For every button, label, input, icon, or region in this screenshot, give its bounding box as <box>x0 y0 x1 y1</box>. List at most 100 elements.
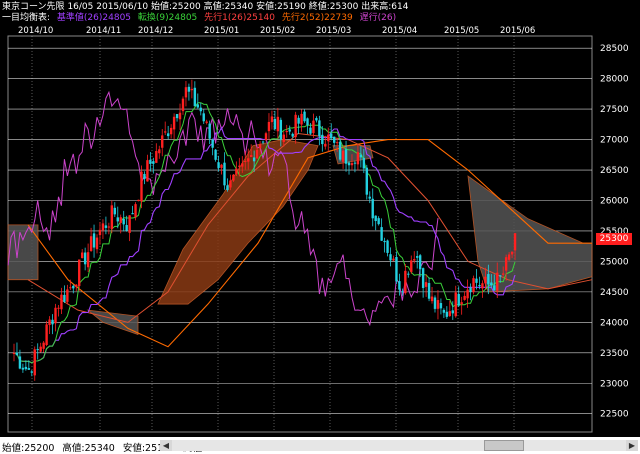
candle-body <box>330 133 333 139</box>
y-tick-label: 26000 <box>600 196 629 206</box>
scroll-right-icon[interactable]: ▶ <box>626 440 638 451</box>
instrument-name: 東京コーン先限 <box>2 2 65 12</box>
candle-body <box>493 285 496 291</box>
candle-body <box>365 167 368 195</box>
candle-body <box>469 287 472 292</box>
candle-body <box>104 225 108 228</box>
candle-body <box>321 134 324 145</box>
candle-body <box>214 149 217 160</box>
candle-body <box>487 274 490 285</box>
candle-body <box>202 113 205 122</box>
candle-body <box>362 157 366 169</box>
candle-body <box>57 307 60 309</box>
candle-body <box>42 342 45 349</box>
y-tick-label: 27000 <box>600 136 629 146</box>
y-tick-label: 26500 <box>600 166 629 176</box>
candle-body <box>63 294 66 302</box>
candle-body <box>368 196 371 199</box>
y-tick-label: 24500 <box>600 288 629 298</box>
candle-body <box>347 162 351 166</box>
candle-body <box>448 311 452 316</box>
x-tick-label: 2014/10 <box>18 26 53 36</box>
candle-body <box>51 319 54 325</box>
candle-body <box>235 168 238 174</box>
candle-body <box>418 255 422 270</box>
candle-body <box>169 127 173 135</box>
candle-body <box>36 349 39 351</box>
candle-body <box>110 205 114 230</box>
candle-body <box>475 278 478 283</box>
chart-scrollbar[interactable]: ◀ ▶ <box>0 437 640 454</box>
x-tick-label: 2015/02 <box>260 26 295 36</box>
candle-body <box>140 171 143 202</box>
candle-body <box>410 260 413 272</box>
candle-body <box>21 367 25 370</box>
candle-body <box>341 150 345 162</box>
x-tick-label: 2014/11 <box>86 26 121 36</box>
high-label: 高値: <box>203 2 225 12</box>
candle-body <box>291 133 294 137</box>
candle-body <box>184 87 188 98</box>
candle-body <box>158 149 161 154</box>
scroll-left-icon[interactable]: ◀ <box>160 440 172 451</box>
candle-body <box>386 240 389 253</box>
candle-body <box>389 254 392 261</box>
candle-body <box>54 307 57 324</box>
candle-body <box>18 356 22 369</box>
candle-body <box>312 120 315 134</box>
candle-body <box>303 111 306 122</box>
open-value: 25200 <box>172 2 201 12</box>
candle-body <box>335 142 339 144</box>
candle-body <box>359 154 363 158</box>
candle-body <box>504 257 508 271</box>
candle-body <box>45 324 48 345</box>
candle-body <box>395 257 398 282</box>
candle-body <box>95 237 99 250</box>
candle-body <box>421 268 425 288</box>
scroll-track[interactable] <box>160 440 638 451</box>
candle-body <box>208 123 211 139</box>
candle-body <box>247 158 250 162</box>
candle-body <box>24 366 28 370</box>
quote-header: 東京コーン先限 16/05 2015/06/10 始値:25200 高値:253… <box>2 2 408 13</box>
candle-body <box>350 163 354 166</box>
y-tick-label: 23000 <box>600 379 629 389</box>
candle-body <box>119 217 122 223</box>
candle-body <box>490 282 493 286</box>
candle-body <box>413 259 416 261</box>
candle-body <box>427 283 431 299</box>
candle-body <box>187 86 191 92</box>
candle-body <box>332 136 336 143</box>
candle-body <box>89 236 93 251</box>
candle-body <box>264 133 268 141</box>
candle-body <box>401 291 404 293</box>
candle-body <box>125 224 128 231</box>
y-tick-label: 27500 <box>600 105 629 115</box>
x-tick-label: 2015/03 <box>316 26 351 36</box>
candle-body <box>374 215 377 222</box>
volume-value: 614 <box>391 2 409 12</box>
candle-body <box>392 258 395 261</box>
candle-body <box>249 155 253 157</box>
candle-body <box>155 151 158 163</box>
candle-body <box>69 287 72 289</box>
candle-body <box>324 143 327 147</box>
candle-body <box>86 252 90 268</box>
candle-body <box>92 233 96 248</box>
candle-body <box>338 141 342 160</box>
candle-body <box>285 130 288 133</box>
scroll-thumb[interactable] <box>484 440 524 451</box>
candle-body <box>211 139 214 148</box>
candle-body <box>244 161 247 163</box>
candle-body <box>238 165 241 167</box>
candle-body <box>460 302 463 305</box>
x-tick-label: 2015/06 <box>500 26 535 36</box>
candle-body <box>294 114 297 138</box>
candle-body <box>513 233 517 251</box>
candle-body <box>33 349 36 376</box>
candle-body <box>318 120 321 137</box>
candle-body <box>190 88 194 91</box>
x-tick-label: 2015/04 <box>382 26 417 36</box>
price-chart: 2250023000235002400024500250002550026000… <box>7 26 629 433</box>
open-label: 始値: <box>151 2 173 12</box>
